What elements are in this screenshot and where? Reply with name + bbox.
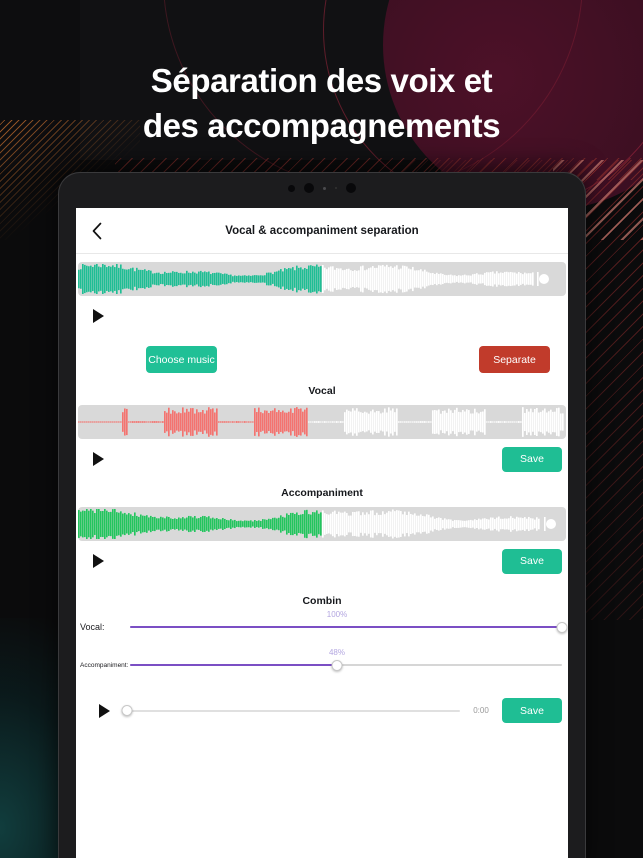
source-controls xyxy=(76,296,568,336)
play-icon[interactable] xyxy=(92,699,116,723)
accompaniment-waveform[interactable] xyxy=(78,507,566,541)
promo-headline: Séparation des voix et des accompagnemen… xyxy=(142,62,501,144)
vocal-waveform[interactable] xyxy=(78,405,566,439)
accompaniment-controls: Save xyxy=(76,541,568,581)
playback-time-label: 0:00 xyxy=(473,706,489,715)
promo-screenshot: Séparation des voix et des accompagnemen… xyxy=(0,0,643,858)
speaker-dot-icon xyxy=(346,183,356,193)
progress-thumb[interactable] xyxy=(121,705,133,716)
page-title: Vocal & accompaniment separation xyxy=(225,224,419,237)
combine-playback-row: 0:00 Save xyxy=(76,698,568,723)
accompaniment-volume-slider[interactable] xyxy=(130,658,562,672)
separate-button[interactable]: Separate xyxy=(479,346,550,373)
accompaniment-volume-row: Accompaniment: xyxy=(76,658,568,672)
slider-fill xyxy=(130,626,562,628)
source-waveform[interactable] xyxy=(78,262,566,296)
slider-thumb[interactable] xyxy=(331,659,343,671)
sensor-dot-icon xyxy=(323,186,326,190)
vocal-volume-label: Vocal: xyxy=(80,622,105,632)
save-accompaniment-button[interactable]: Save xyxy=(502,548,562,574)
camera-dot-icon xyxy=(288,184,295,192)
tablet-device-frame: Vocal & accompaniment separation Choose … xyxy=(58,172,586,858)
save-combine-button[interactable]: Save xyxy=(502,698,562,723)
vocal-volume-value: 100% xyxy=(326,610,348,619)
sensor-micro-dot-icon xyxy=(335,187,337,189)
accompaniment-volume-label: Accompaniment: xyxy=(80,661,129,669)
playback-progress-slider[interactable] xyxy=(121,704,460,718)
vocal-controls: Save xyxy=(76,439,568,479)
accompaniment-section-title: Accompaniment xyxy=(281,487,363,499)
slider-thumb[interactable] xyxy=(556,621,568,633)
play-icon[interactable] xyxy=(86,304,110,328)
chevron-left-icon[interactable] xyxy=(84,218,110,244)
combine-section-title: Combin xyxy=(302,595,342,607)
accompaniment-volume-value: 48% xyxy=(328,648,345,657)
vocal-section-title: Vocal xyxy=(308,385,336,397)
choose-music-button[interactable]: Choose music xyxy=(146,346,217,373)
vocal-volume-slider[interactable] xyxy=(130,620,568,634)
vocal-volume-row: Vocal: xyxy=(76,620,568,634)
app-screen: Vocal & accompaniment separation Choose … xyxy=(76,208,568,858)
slider-fill xyxy=(130,664,338,666)
save-vocal-button[interactable]: Save xyxy=(502,446,562,472)
progress-track xyxy=(124,709,460,712)
play-icon[interactable] xyxy=(86,549,110,573)
camera-lens-icon xyxy=(304,183,314,193)
app-header: Vocal & accompaniment separation xyxy=(76,208,568,254)
device-sensor-cluster xyxy=(58,181,586,195)
action-button-row: Choose music Separate xyxy=(76,336,568,377)
play-icon[interactable] xyxy=(86,447,110,471)
